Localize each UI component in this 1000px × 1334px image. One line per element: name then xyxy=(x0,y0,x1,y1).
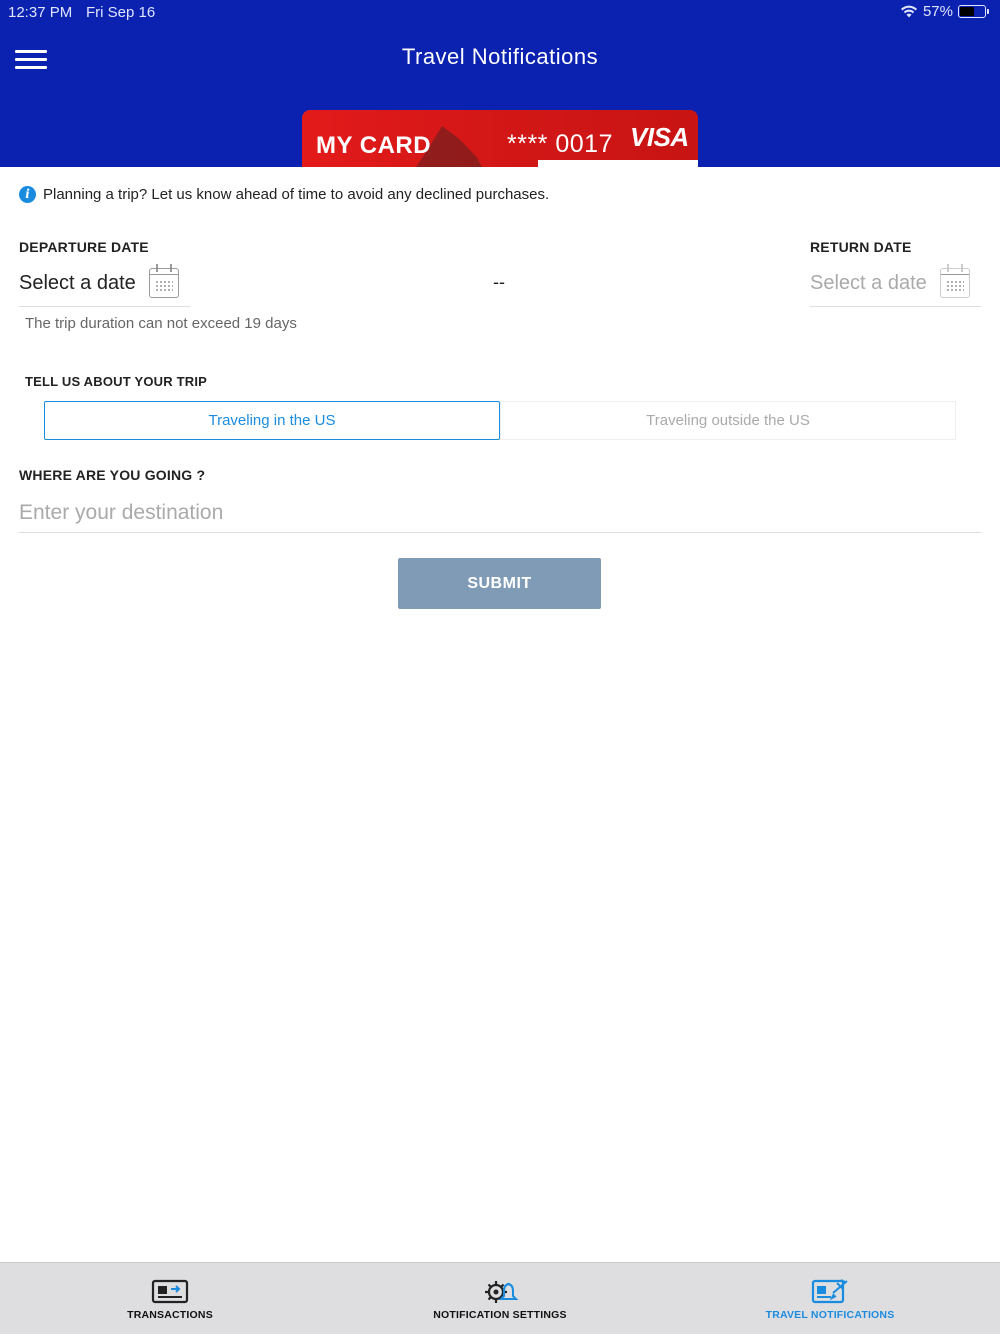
departure-date-value: Select a date xyxy=(19,272,136,294)
destination-input[interactable] xyxy=(19,493,981,533)
gear-bell-icon xyxy=(485,1281,519,1303)
card-name: MY CARD xyxy=(316,132,432,159)
tab-traveling-in-us[interactable]: Traveling in the US xyxy=(44,401,500,440)
card-transactions-icon xyxy=(151,1279,189,1304)
info-icon: i xyxy=(19,186,36,203)
status-date: Fri Sep 16 xyxy=(86,4,156,21)
return-date-value: Select a date xyxy=(810,272,927,294)
date-separator: -- xyxy=(493,272,505,292)
trip-type-label: TELL US ABOUT YOUR TRIP xyxy=(25,374,208,389)
status-right: 57% xyxy=(900,3,989,20)
return-date-field[interactable]: Select a date xyxy=(810,264,981,307)
wifi-icon xyxy=(900,5,917,18)
header: 12:37 PM Fri Sep 16 57% Travel Notificat… xyxy=(0,0,1000,167)
visa-logo: VISA xyxy=(630,122,689,152)
tab-traveling-outside-us[interactable]: Traveling outside the US xyxy=(500,401,956,440)
destination-label: WHERE ARE YOU GOING ? xyxy=(19,467,206,483)
card-plane-icon xyxy=(811,1279,848,1304)
tab-label: TRANSACTIONS xyxy=(127,1309,213,1321)
tab-travel-notifications[interactable]: TRAVEL NOTIFICATIONS xyxy=(663,1263,997,1334)
departure-date-field[interactable]: Select a date xyxy=(19,264,190,307)
info-message: Planning a trip? Let us know ahead of ti… xyxy=(43,186,550,203)
status-bar: 12:37 PM Fri Sep 16 57% xyxy=(0,0,1000,26)
tab-notification-settings[interactable]: NOTIFICATION SETTINGS xyxy=(333,1263,667,1334)
bottom-tab-bar: TRANSACTIONS NOTIFICATION SETTINGS TRAVE… xyxy=(0,1262,1000,1334)
card-number: **** 0017 xyxy=(507,130,613,158)
page-title: Travel Notifications xyxy=(401,44,599,69)
duration-hint: The trip duration can not exceed 19 days xyxy=(25,315,297,332)
submit-button[interactable]: SUBMIT xyxy=(398,558,601,609)
calendar-icon xyxy=(940,264,970,298)
departure-date-label: DEPARTURE DATE xyxy=(19,239,149,255)
battery-percent: 57% xyxy=(922,3,953,20)
tab-label: NOTIFICATION SETTINGS xyxy=(433,1309,567,1321)
calendar-icon xyxy=(149,264,179,298)
card-strip xyxy=(538,160,698,167)
tab-transactions[interactable]: TRANSACTIONS xyxy=(3,1263,337,1334)
return-date-label: RETURN DATE xyxy=(810,239,912,255)
info-banner: i Planning a trip? Let us know ahead of … xyxy=(19,186,549,203)
card-image: MY CARD **** 0017 VISA xyxy=(302,110,698,167)
tab-label: TRAVEL NOTIFICATIONS xyxy=(765,1309,895,1321)
status-time: 12:37 PM xyxy=(8,4,73,21)
battery-icon xyxy=(958,5,989,18)
